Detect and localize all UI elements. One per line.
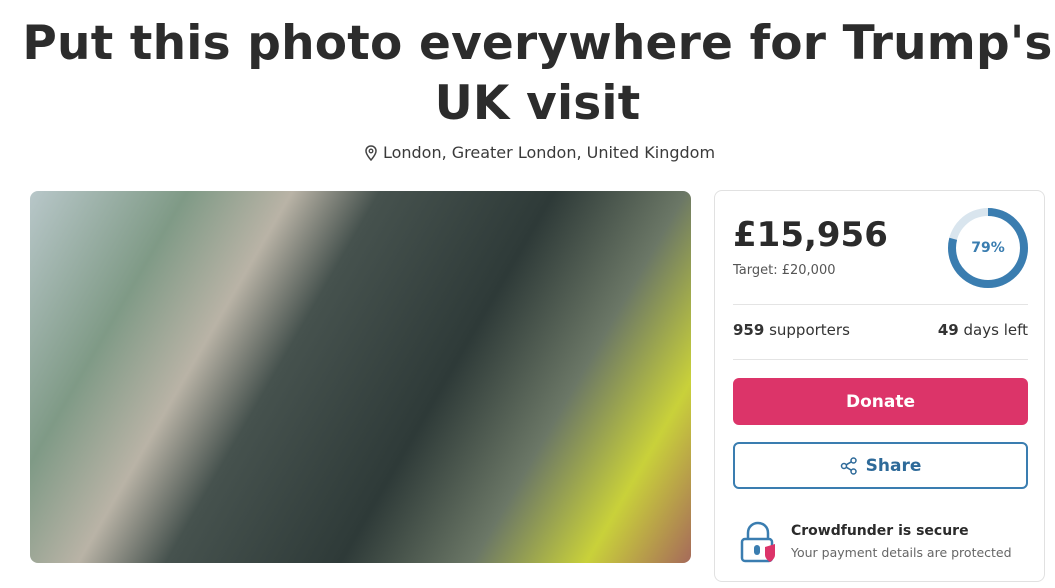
donation-card: £15,956 Target: £20,000 79% 959 supporte… xyxy=(714,190,1045,582)
progress-percent: 79% xyxy=(971,240,1005,256)
funding-target: Target: £20,000 xyxy=(733,263,836,278)
supporters-count: 959 xyxy=(733,321,765,339)
location: London, Greater London, United Kingdom xyxy=(0,143,1055,162)
donate-button[interactable]: Donate xyxy=(733,378,1028,425)
divider xyxy=(733,304,1028,305)
divider xyxy=(733,359,1028,360)
map-pin-icon xyxy=(365,144,377,161)
days-left-stat: 49 days left xyxy=(938,321,1028,339)
days-label: days left xyxy=(963,321,1028,339)
share-label: Share xyxy=(865,455,922,476)
days-count: 49 xyxy=(937,321,959,339)
security-subtitle: Your payment details are protected xyxy=(791,545,1012,560)
supporters-stat: 959 supporters xyxy=(733,321,850,339)
secure-lock-icon xyxy=(740,521,775,563)
security-notice: Crowdfunder is secure Your payment detai… xyxy=(739,519,1039,569)
security-title: Crowdfunder is secure xyxy=(791,523,969,539)
stats-row: 959 supporters 49 days left xyxy=(733,321,1028,339)
page-title: Put this photo everywhere for Trump's UK… xyxy=(22,16,1053,131)
amount-raised: £15,956 xyxy=(733,215,888,255)
supporters-label: supporters xyxy=(769,321,850,339)
location-text: London, Greater London, United Kingdom xyxy=(382,143,716,162)
share-icon xyxy=(840,456,857,475)
donate-label: Donate xyxy=(845,391,916,412)
share-button[interactable]: Share xyxy=(733,442,1028,489)
campaign-photo xyxy=(30,191,691,563)
